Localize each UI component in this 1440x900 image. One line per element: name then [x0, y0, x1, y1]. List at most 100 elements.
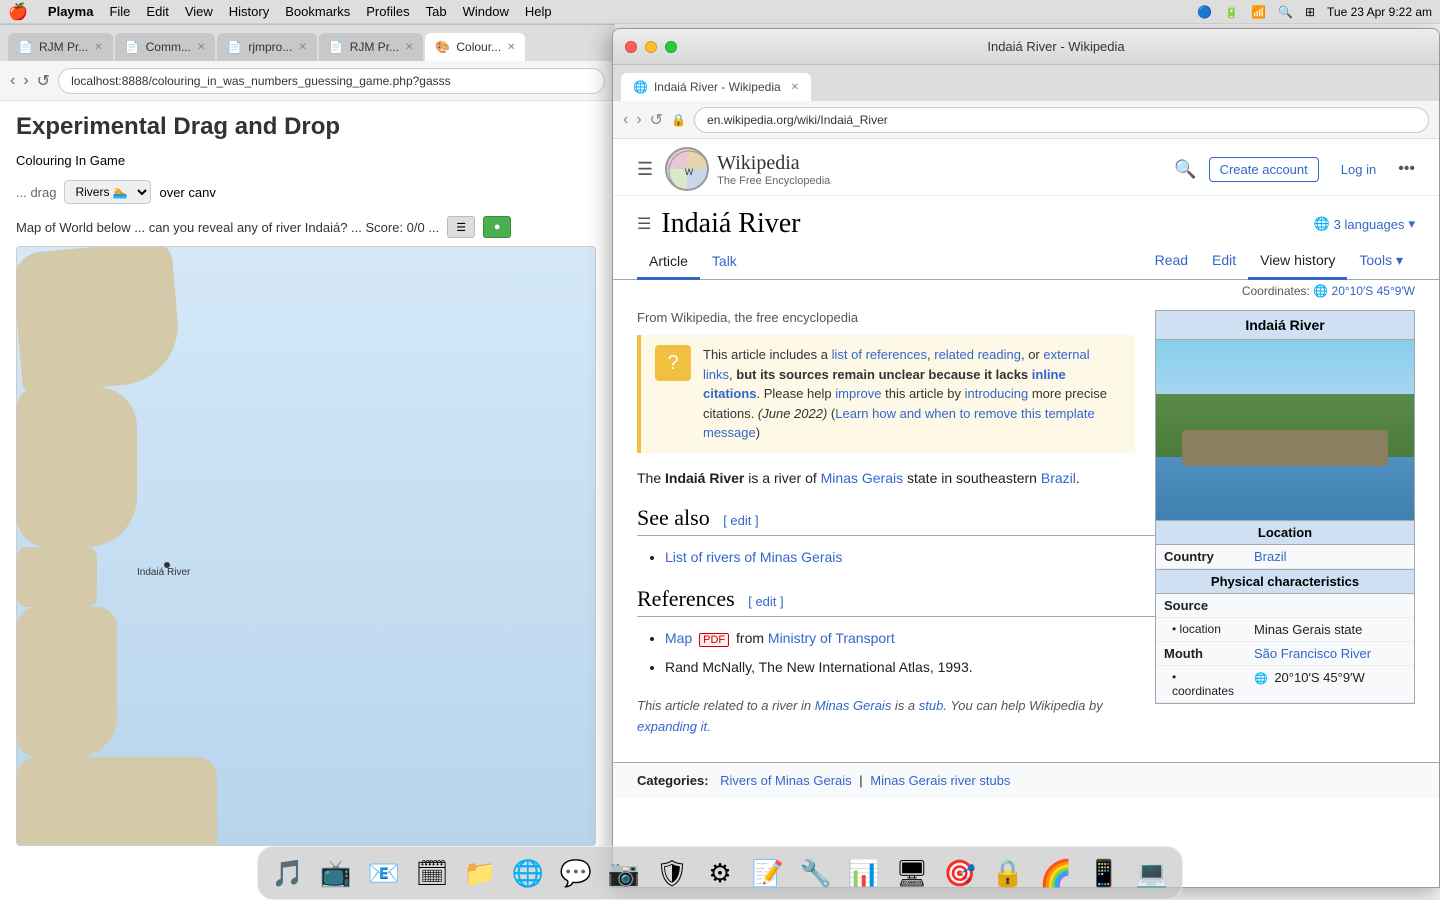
- rivers-minas-link[interactable]: List of rivers of Minas Gerais: [665, 549, 842, 565]
- infobox-mouth-val[interactable]: São Francisco River: [1246, 642, 1379, 665]
- wifi-icon[interactable]: 📶: [1251, 5, 1266, 19]
- wiki-forward-button[interactable]: ›: [636, 111, 641, 129]
- dock-messages[interactable]: 💬: [554, 851, 598, 895]
- wiki-search-button[interactable]: 🔍: [1174, 159, 1196, 180]
- search-icon[interactable]: 🔍: [1278, 5, 1293, 19]
- dock-music[interactable]: 🎵: [266, 851, 310, 895]
- see-also-edit-link[interactable]: [ edit ]: [723, 513, 758, 528]
- category-rivers-link[interactable]: Rivers of Minas Gerais: [720, 773, 851, 788]
- dock-display[interactable]: 🖥: [890, 851, 934, 895]
- tab-read[interactable]: Read: [1143, 244, 1200, 280]
- dock-target[interactable]: 🎯: [938, 851, 982, 895]
- ministry-link[interactable]: Ministry of Transport: [768, 630, 895, 646]
- infobox-title: Indaiá River: [1156, 311, 1414, 340]
- login-button[interactable]: Log in: [1331, 158, 1386, 181]
- improve-link[interactable]: improve: [835, 386, 881, 401]
- dock-tools[interactable]: 🔧: [794, 851, 838, 895]
- language-button[interactable]: 🌐 3 languages ▾: [1313, 216, 1415, 232]
- dock-lock[interactable]: 🔒: [986, 851, 1030, 895]
- wiki-tab-close[interactable]: ✕: [791, 82, 799, 93]
- dock-tv[interactable]: 📺: [314, 851, 358, 895]
- tab-close[interactable]: ✕: [405, 42, 413, 53]
- map-link[interactable]: Map: [665, 630, 692, 646]
- minas-gerais-stub-link[interactable]: Minas Gerais: [815, 698, 892, 713]
- tab-tools[interactable]: Tools ▾: [1347, 244, 1415, 280]
- map-button-2[interactable]: ●: [483, 216, 511, 238]
- wiki-active-tab[interactable]: 🌐 Indaiá River - Wikipedia ✕: [621, 73, 811, 101]
- wiki-url-input[interactable]: [694, 107, 1429, 133]
- menu-tab[interactable]: Tab: [426, 4, 447, 19]
- list-of-references-link[interactable]: list of references: [832, 347, 927, 362]
- related-reading-link[interactable]: related reading: [934, 347, 1021, 362]
- tab-4[interactable]: 📄 RJM Pr... ✕: [319, 33, 424, 61]
- tab-edit[interactable]: Edit: [1200, 244, 1248, 280]
- dock-charts[interactable]: 📊: [842, 851, 886, 895]
- more-options-button[interactable]: •••: [1398, 160, 1415, 178]
- infobox-country-val[interactable]: Brazil: [1246, 545, 1295, 568]
- tab-close[interactable]: ✕: [298, 42, 306, 53]
- wiki-logo-name: Wikipedia: [717, 152, 830, 175]
- category-stubs-link[interactable]: Minas Gerais river stubs: [870, 773, 1010, 788]
- menu-view[interactable]: View: [185, 4, 213, 19]
- tab-talk[interactable]: Talk: [700, 245, 749, 280]
- minimize-button[interactable]: [645, 41, 657, 53]
- minas-gerais-link[interactable]: Minas Gerais: [821, 470, 903, 486]
- close-button[interactable]: [625, 41, 637, 53]
- menu-profiles[interactable]: Profiles: [366, 4, 409, 19]
- control-center-icon[interactable]: ⊞: [1305, 5, 1315, 19]
- dock-laptop[interactable]: 💻: [1130, 851, 1174, 895]
- wiki-back-button[interactable]: ‹: [623, 111, 628, 129]
- tab-close[interactable]: ✕: [197, 42, 205, 53]
- app-name[interactable]: Playma: [48, 4, 94, 19]
- references-edit-link[interactable]: [ edit ]: [748, 594, 783, 609]
- dock-colors[interactable]: 🌈: [1034, 851, 1078, 895]
- back-button[interactable]: ‹: [10, 72, 15, 90]
- stub-link[interactable]: stub: [919, 698, 944, 713]
- tab-3[interactable]: 📄 rjmpro... ✕: [217, 33, 316, 61]
- map-button-1[interactable]: ☰: [447, 216, 475, 238]
- dock-notes[interactable]: 📝: [746, 851, 790, 895]
- coordinates-link[interactable]: 20°10′S 45°9′W: [1332, 284, 1415, 298]
- dock-security[interactable]: 🛡: [650, 851, 694, 895]
- menu-window[interactable]: Window: [463, 4, 509, 19]
- reload-button[interactable]: ↺: [37, 71, 50, 91]
- expanding-link[interactable]: expanding it: [637, 719, 707, 734]
- tab-1[interactable]: 📄 RJM Pr... ✕: [8, 33, 113, 61]
- dock-mail[interactable]: 📧: [362, 851, 406, 895]
- battery-icon[interactable]: 🔋: [1224, 5, 1239, 19]
- dock-safari[interactable]: 🌐: [506, 851, 550, 895]
- hamburger-menu[interactable]: ☰: [637, 159, 653, 180]
- wiki-reload-button[interactable]: ↺: [650, 110, 663, 130]
- tab-article[interactable]: Article: [637, 245, 700, 280]
- tab-2[interactable]: 📄 Comm... ✕: [115, 33, 216, 61]
- create-account-button[interactable]: Create account: [1209, 157, 1319, 182]
- tab-5-active[interactable]: 🎨 Colour... ✕: [425, 33, 525, 61]
- dock-settings[interactable]: ⚙: [698, 851, 742, 895]
- url-input[interactable]: [58, 68, 605, 94]
- brazil-link[interactable]: Brazil: [1041, 470, 1076, 486]
- menu-bookmarks[interactable]: Bookmarks: [285, 4, 350, 19]
- map-area[interactable]: Indaiá River: [16, 246, 596, 846]
- introducing-link[interactable]: introducing: [965, 386, 1029, 401]
- apple-menu[interactable]: 🍎: [8, 2, 28, 22]
- toc-icon[interactable]: ☰: [637, 214, 651, 234]
- forward-button[interactable]: ›: [23, 72, 28, 90]
- bluetooth-icon[interactable]: 🔵: [1197, 5, 1212, 19]
- fullscreen-button[interactable]: [665, 41, 677, 53]
- wiki-logo[interactable]: W Wikipedia The Free Encyclopedia: [665, 147, 830, 191]
- tab-view-history[interactable]: View history: [1248, 244, 1347, 280]
- wiki-content-area[interactable]: ☰ W Wikipedia The Free Encyclopedia 🔍 Cr…: [613, 139, 1439, 887]
- menu-history[interactable]: History: [229, 4, 269, 19]
- dock-finder[interactable]: 📁: [458, 851, 502, 895]
- menu-help[interactable]: Help: [525, 4, 552, 19]
- infobox-physical-header: Physical characteristics: [1156, 569, 1414, 594]
- menu-file[interactable]: File: [109, 4, 130, 19]
- article-tabs-right: Read Edit View history Tools ▾: [1143, 244, 1415, 279]
- dock-photos[interactable]: 📷: [602, 851, 646, 895]
- tab-close[interactable]: ✕: [507, 42, 515, 53]
- dock-phone[interactable]: 📱: [1082, 851, 1126, 895]
- rivers-select[interactable]: Rivers 🏊: [64, 180, 151, 204]
- tab-close[interactable]: ✕: [94, 42, 102, 53]
- menu-edit[interactable]: Edit: [146, 4, 168, 19]
- dock-calendar[interactable]: 🗓: [410, 851, 454, 895]
